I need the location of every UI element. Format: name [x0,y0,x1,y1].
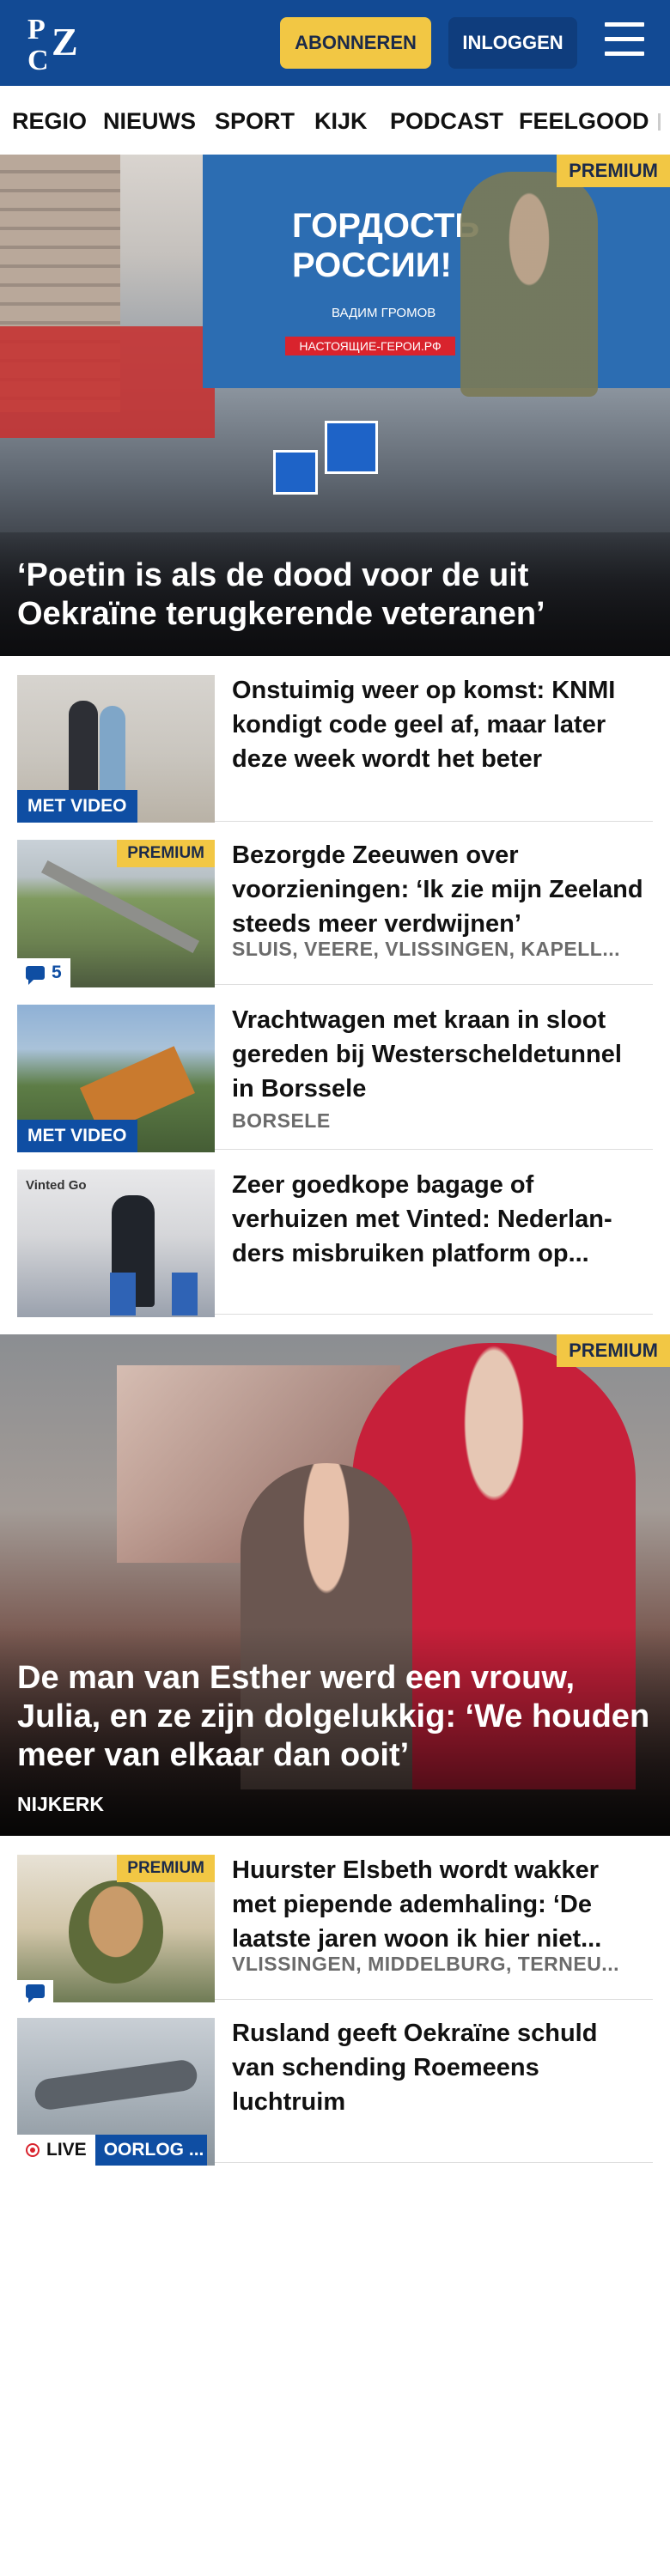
site-header: P Z C ABONNEREN INLOGGEN [0,0,670,86]
logo-letter-z: Z [52,20,78,64]
premium-badge: PREMIUM [117,1855,215,1882]
crossing-sign-2 [273,450,318,495]
nav-item-kijk[interactable]: KIJK [314,108,368,135]
feature-title[interactable]: De man van Esther werd een vrouw, Julia,… [17,1659,653,1775]
suitcase-figure-2 [172,1273,198,1315]
billboard-url: НАСТОЯЩИЕ-ГЕРОИ.РФ [285,337,455,355]
road-stripe [40,860,200,954]
article-card[interactable]: MET VIDEO Onstuimig weer op komst: KNMI … [17,665,653,823]
article-card[interactable]: PREMIUM Huurster Elsbeth wordt wakker me… [17,1844,653,2002]
topic-label: OORLOG ... [94,2135,207,2166]
nav-item-nieuws[interactable]: NIEUWS [103,108,196,135]
article-title[interactable]: Vrachtwagen met kraan in sloot gereden b… [232,1003,644,1106]
article-title[interactable]: Zeer goedkope bagage of verhuizen met Vi… [232,1168,644,1271]
article-title[interactable]: Onstuimig weer op komst: KNMI kondigt co… [232,673,644,776]
comment-count[interactable]: 5 [17,958,70,987]
login-button[interactable]: INLOGGEN [448,17,577,69]
jet-figure [33,2057,199,2112]
pzc-logo[interactable]: P Z C [24,12,98,76]
person-figure-2 [100,706,125,795]
feature-location: NIJKERK [17,1793,104,1815]
article-location: BORSELE [232,1109,331,1132]
comment-count-value: 5 [52,963,62,982]
hero-poster [0,326,215,438]
logo-letter-p: P [27,14,46,46]
nav-item-podcast[interactable]: PODCAST [390,108,503,135]
illustration-figure [69,1880,163,1984]
feature-article[interactable]: PREMIUM De man van Esther werd een vrouw… [0,1334,670,1836]
hero-billboard: ГОРДОСТЬ РОССИИ! ВАДИМ ГРОМОВ НАСТОЯЩИЕ-… [203,155,670,397]
article-thumbnail: Vinted Go [17,1170,215,1317]
section-nav: REGIO NIEUWS SPORT KIJK PODCAST FEELGOOD [0,86,670,155]
menu-icon[interactable] [603,22,646,62]
premium-badge: PREMIUM [557,155,670,187]
article-card[interactable]: MET VIDEO Vrachtwagen met kraan in sloot… [17,994,653,1152]
live-label: LIVE [17,2135,95,2166]
live-dot-icon [26,2143,40,2157]
article-thumbnail: MET VIDEO [17,1005,215,1152]
premium-badge: PREMIUM [117,840,215,867]
article-thumbnail: PREMIUM [17,1855,215,2002]
hero-article[interactable]: ГОРДОСТЬ РОССИИ! ВАДИМ ГРОМОВ НАСТОЯЩИЕ-… [0,155,670,656]
nav-item-regio[interactable]: REGIO [12,108,87,135]
article-card[interactable]: LIVE OORLOG ... Rusland geeft Oekraïne s… [17,2008,653,2166]
article-location: VLISSINGEN, MIDDELBURG, TERNEU... [232,1953,619,1975]
article-card[interactable]: PREMIUM 5 Bezorgde Zeeuwen over voorzien… [17,829,653,987]
article-thumbnail: MET VIDEO [17,675,215,823]
live-tag[interactable]: LIVE OORLOG ... [17,2135,207,2166]
article-title[interactable]: Huurster Elsbeth wordt wakker met piepen… [232,1853,644,1956]
person-figure [69,701,98,795]
hero-title[interactable]: ‘Poetin is als de dood voor de uit Oekra… [17,556,653,634]
crossing-sign [325,421,378,474]
suitcase-figure [110,1273,136,1315]
nav-item-feelgood[interactable]: FEELGOOD [519,108,649,135]
logo-letter-c: C [27,45,49,76]
article-thumbnail: PREMIUM 5 [17,840,215,987]
article-title[interactable]: Rusland geeft Oekraïne schuld van schend… [232,2016,644,2119]
billboard-name: ВАДИМ ГРОМОВ [332,306,436,320]
article-title[interactable]: Bezorgde Zeeuwen over voorzieningen: ‘Ik… [232,838,644,941]
video-tag: MET VIDEO [17,790,137,823]
nav-item-sport[interactable]: SPORT [215,108,295,135]
premium-badge: PREMIUM [557,1334,670,1367]
article-location: SLUIS, VEERE, VLISSINGEN, KAPELL... [232,938,621,960]
nav-overflow-hint [658,113,661,131]
vinted-sign: Vinted Go [26,1178,87,1193]
live-text: LIVE [46,2140,87,2160]
comment-icon [26,966,45,985]
article-card[interactable]: Vinted Go Zeer goedkope bagage of verhui… [17,1159,653,1317]
comment-icon [26,1984,45,2002]
billboard-soldier [460,172,598,397]
article-thumbnail: LIVE OORLOG ... [17,2018,215,2166]
video-tag: MET VIDEO [17,1120,137,1152]
subscribe-button[interactable]: ABONNEREN [280,17,431,69]
comment-button[interactable] [17,1980,53,2002]
